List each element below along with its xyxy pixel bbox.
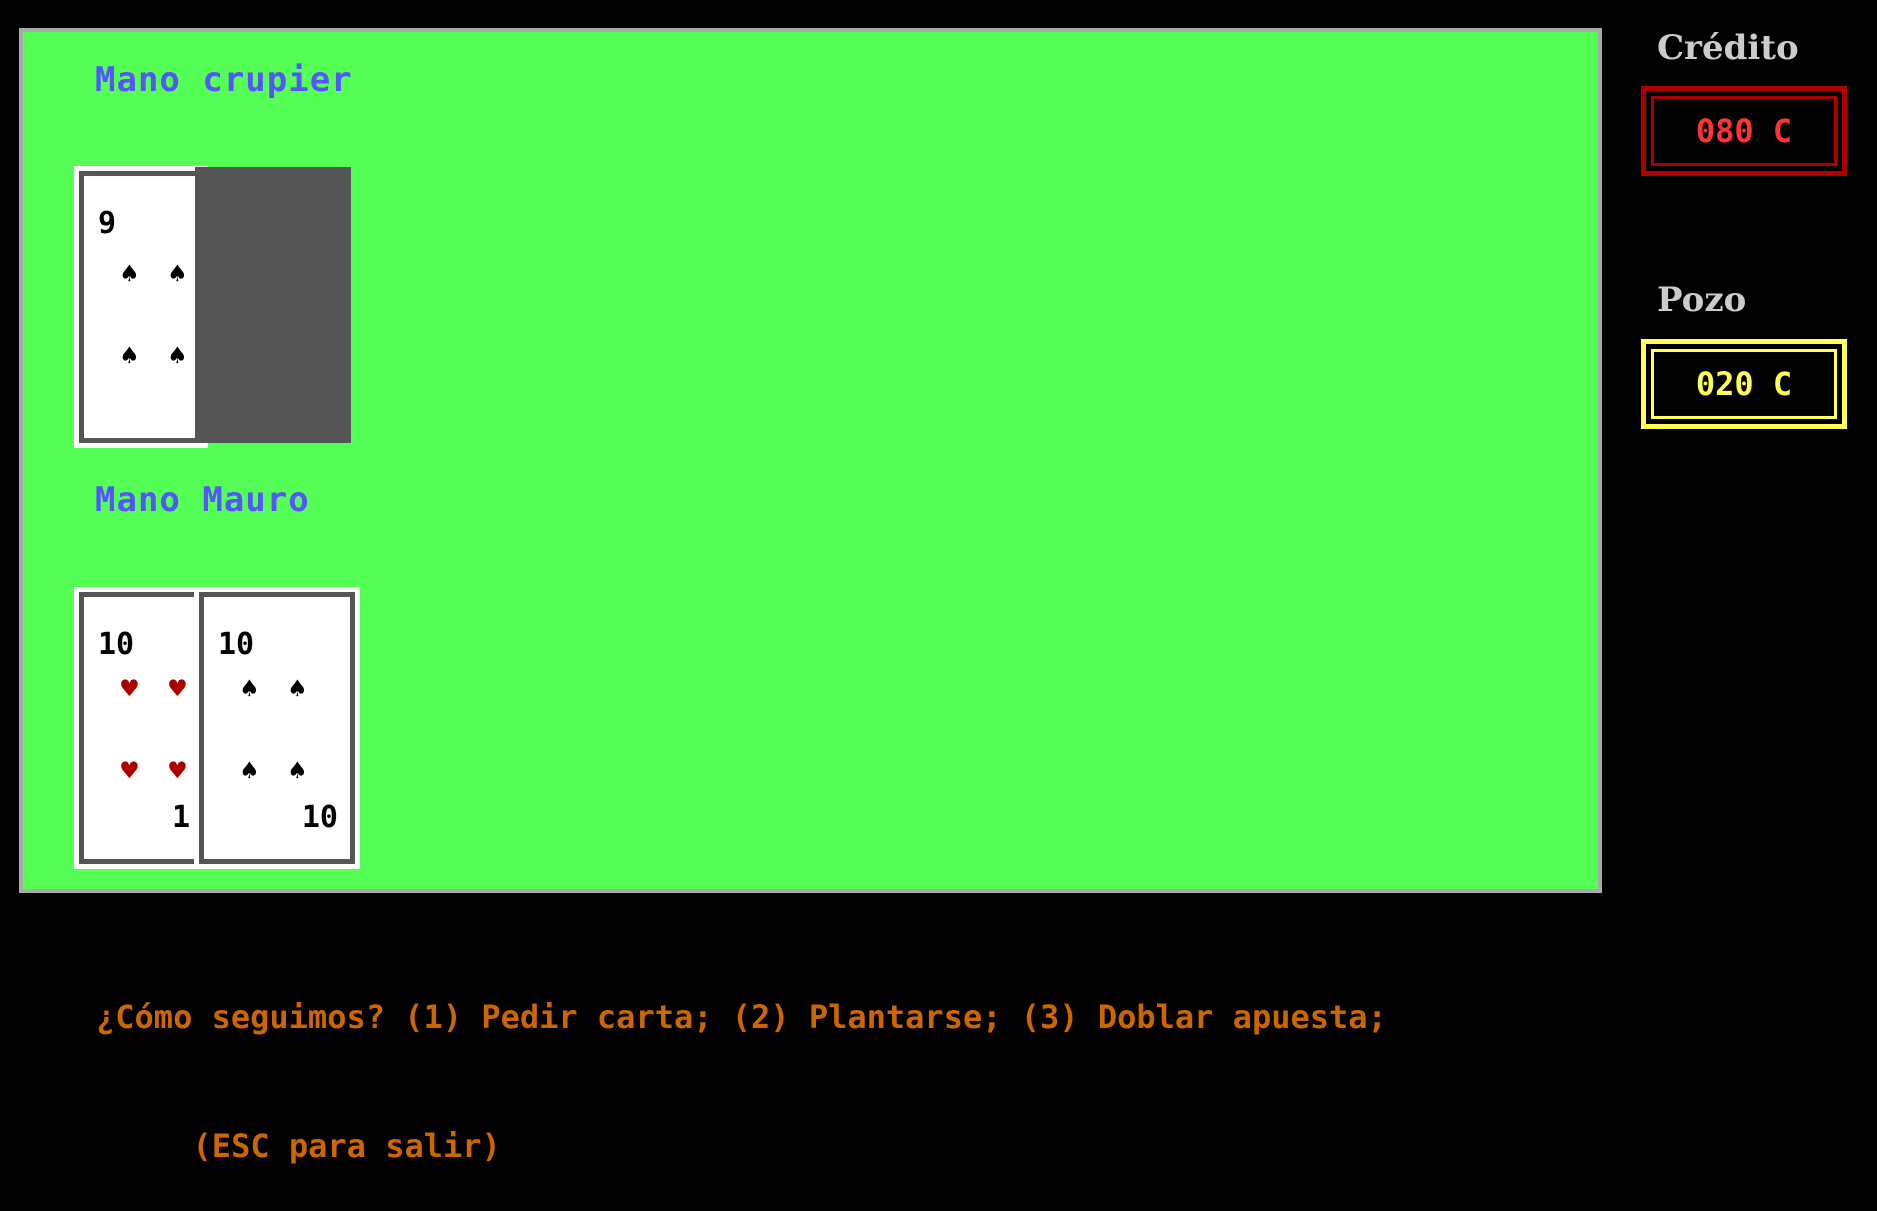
dealer-card-1: 9 ♠ ♠ ♠ ♠ [74, 166, 208, 448]
heart-icon: ♥ [169, 754, 186, 787]
game-table: Mano crupier 9 ♠ ♠ ♠ ♠ Mano Mauro 10 ♥ ♥… [19, 28, 1602, 893]
player-hand-label: Mano Mauro [95, 480, 310, 520]
player-card-2: 10 ♠ ♠ ♠ ♠ 10 [194, 587, 360, 869]
card-rank: 10 [98, 627, 135, 662]
spade-icon: ♠ [241, 672, 258, 705]
spade-icon: ♠ [289, 754, 306, 787]
spade-icon: ♠ [169, 339, 186, 372]
heart-icon: ♥ [121, 754, 138, 787]
spade-icon: ♠ [169, 257, 186, 290]
spade-icon: ♠ [289, 672, 306, 705]
card-rank-bottom: 10 [301, 800, 338, 835]
spade-icon: ♠ [241, 754, 258, 787]
heart-icon: ♥ [169, 672, 186, 705]
player-card-1: 10 ♥ ♥ ♥ ♥ 1 [74, 587, 208, 869]
credit-value: 080 C [1695, 112, 1793, 150]
card-rank: 9 [98, 206, 117, 241]
action-prompt-line1: ¿Cómo seguimos? (1) Pedir carta; (2) Pla… [96, 998, 1387, 1036]
credit-label: Crédito [1657, 28, 1799, 68]
action-prompt-line2: (ESC para salir) [154, 1127, 501, 1165]
card-rank: 10 [218, 627, 255, 662]
action-prompt: ¿Cómo seguimos? (1) Pedir carta; (2) Pla… [96, 910, 1387, 1211]
credit-box: 080 C [1641, 86, 1847, 176]
spade-icon: ♠ [121, 257, 138, 290]
spade-icon: ♠ [121, 339, 138, 372]
pot-box: 020 C [1641, 339, 1847, 429]
pot-label: Pozo [1657, 280, 1747, 320]
heart-icon: ♥ [121, 672, 138, 705]
dealer-hand-label: Mano crupier [95, 60, 353, 100]
card-rank-bottom: 1 [171, 800, 190, 835]
pot-value: 020 C [1695, 365, 1793, 403]
dealer-card-2-facedown [195, 167, 351, 443]
